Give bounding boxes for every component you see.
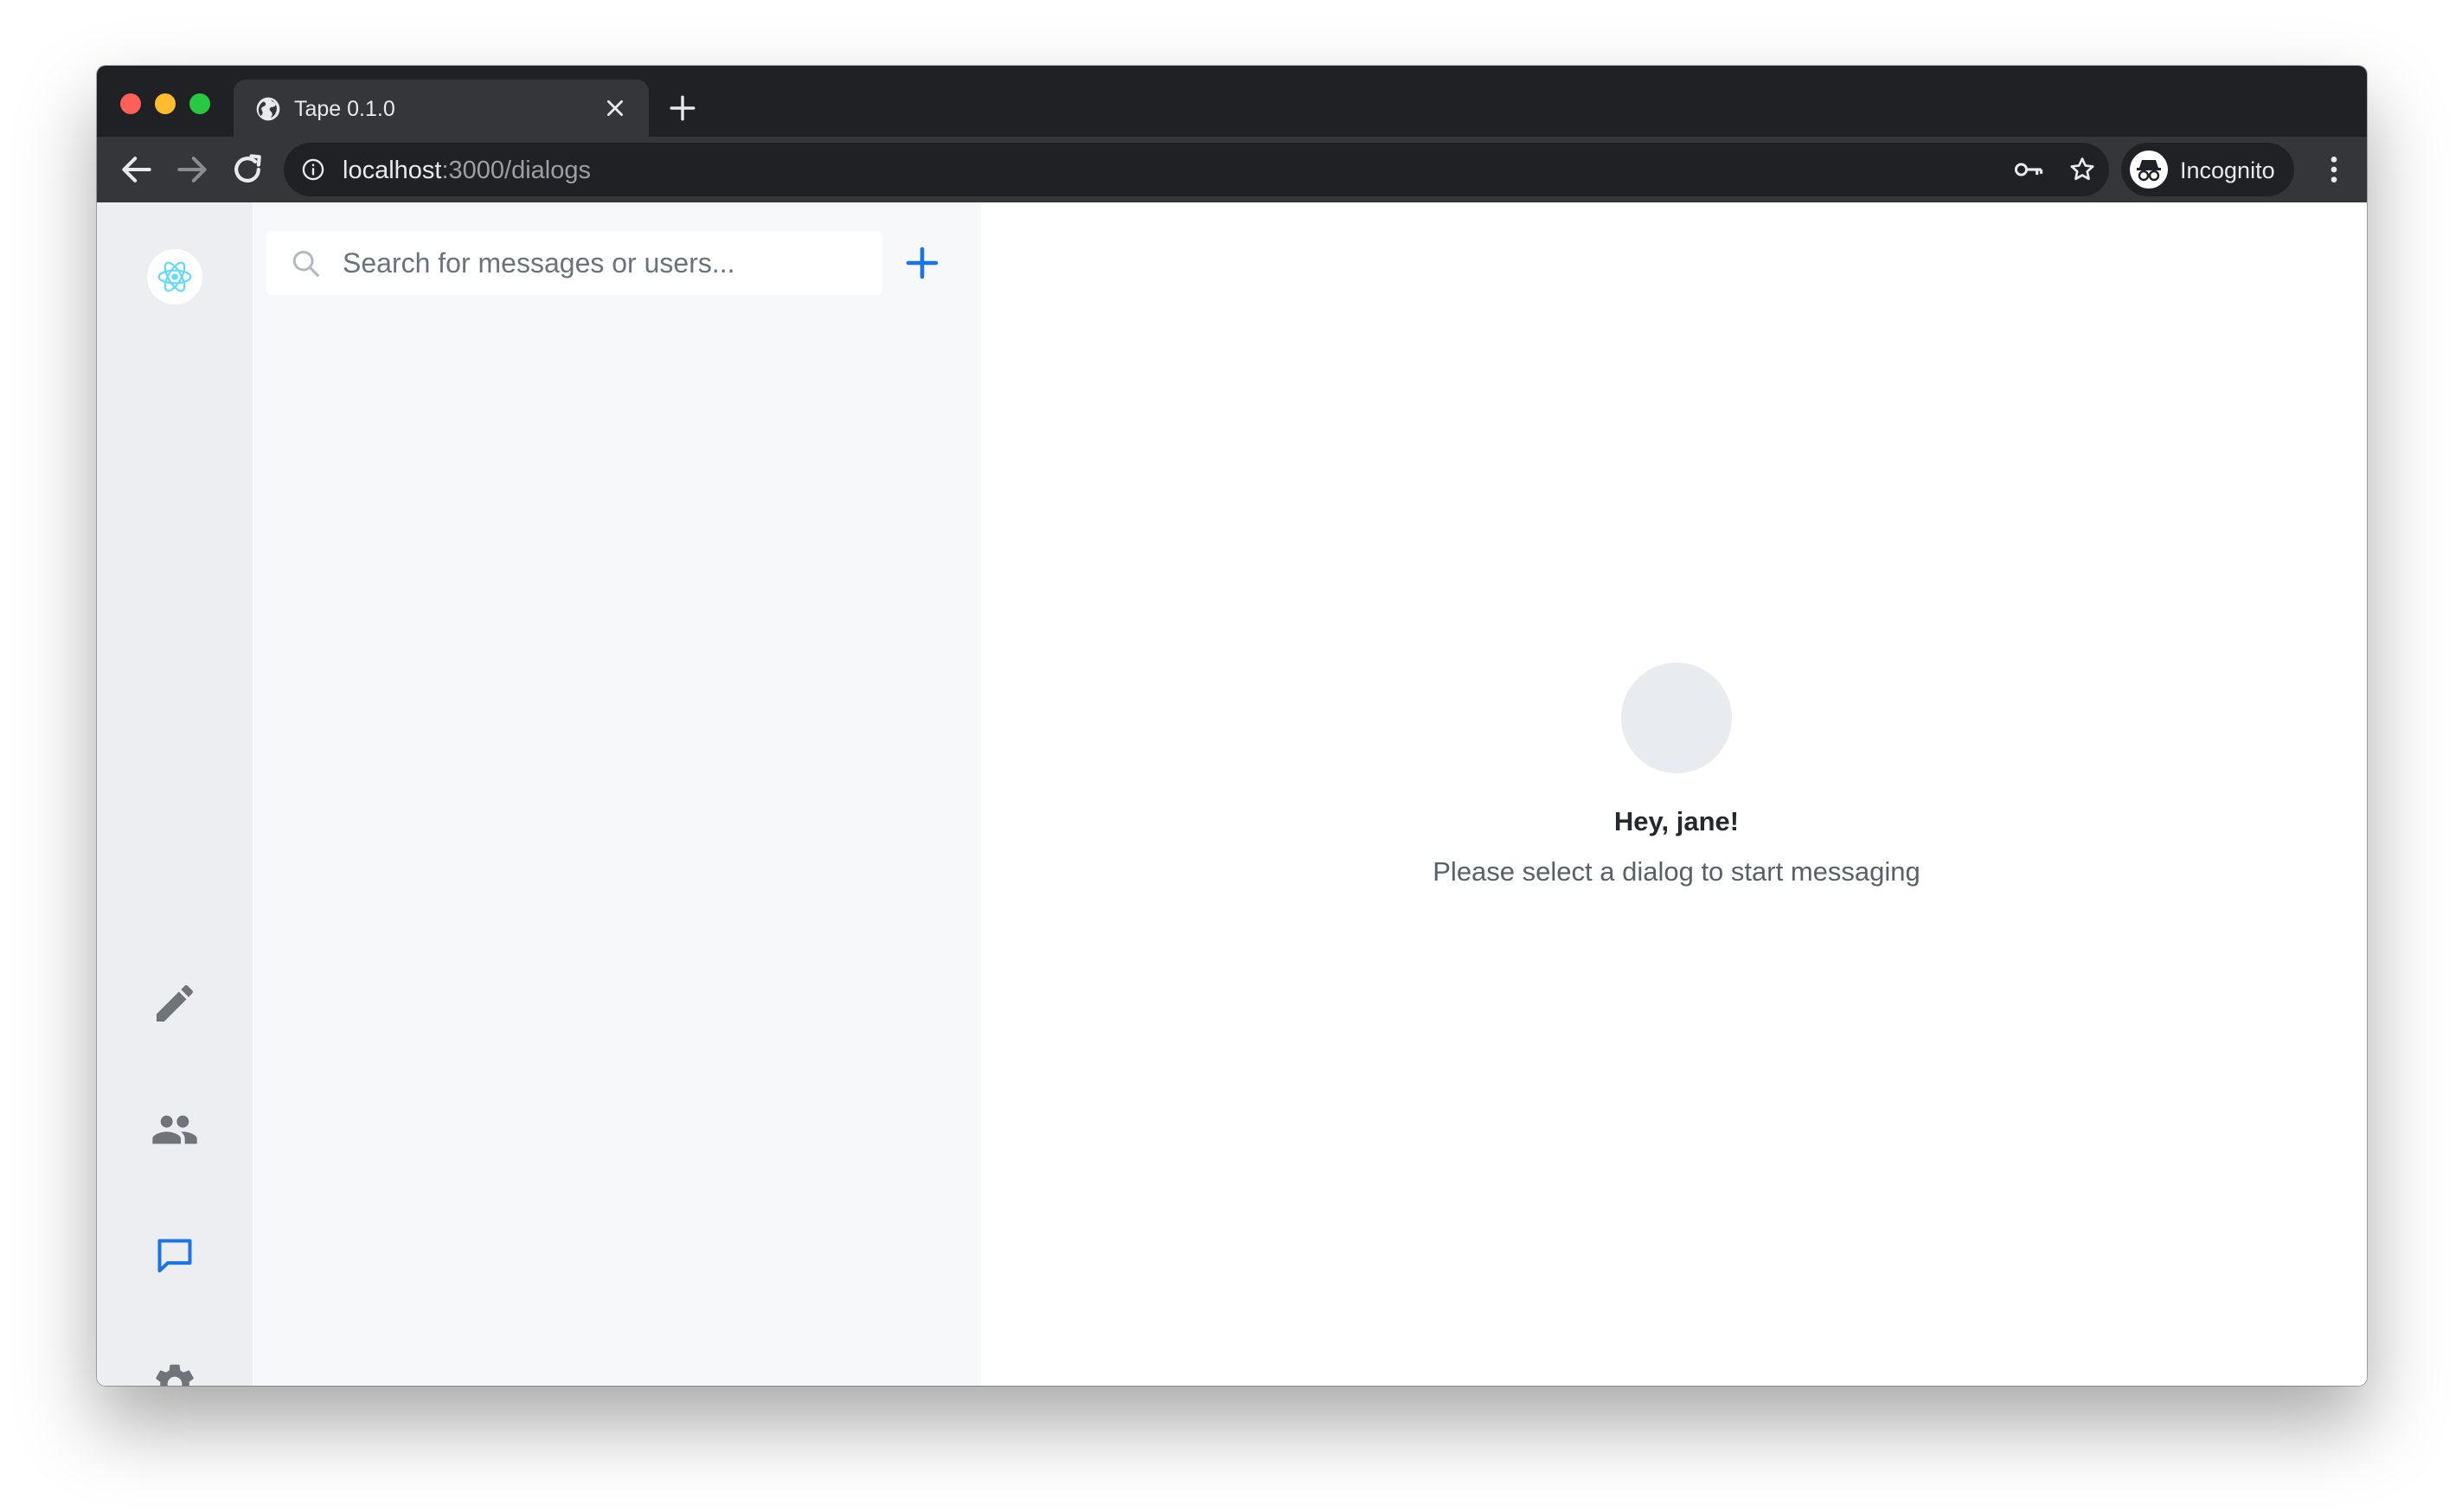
globe-icon [256, 97, 280, 121]
url-host: localhost [343, 157, 442, 184]
settings-button[interactable] [151, 1360, 199, 1386]
search-input[interactable] [343, 231, 870, 295]
key-icon[interactable] [2014, 157, 2043, 182]
search-box[interactable] [266, 231, 882, 295]
chat-icon [157, 1239, 192, 1273]
forward-arrow-icon[interactable] [173, 151, 211, 189]
pencil-icon [157, 984, 194, 1022]
reload-icon[interactable] [228, 151, 266, 189]
url-text[interactable]: localhost:3000/dialogs [343, 157, 591, 185]
address-bar[interactable]: localhost:3000/dialogs [284, 143, 2109, 196]
react-logo-icon[interactable] [147, 249, 202, 304]
people-icon [152, 1115, 197, 1144]
dialogs-list-pane [253, 202, 981, 1386]
tab-title: Tape 0.1.0 [294, 97, 395, 121]
incognito-icon [2130, 151, 2168, 189]
info-icon[interactable] [301, 157, 325, 182]
contacts-button[interactable] [151, 1105, 199, 1154]
kebab-menu-icon[interactable] [2317, 152, 2351, 187]
zoom-window-button[interactable] [189, 93, 210, 114]
star-icon[interactable] [2068, 155, 2097, 184]
new-tab-icon[interactable] [668, 93, 697, 123]
welcome-title: Hey, jane! [1613, 806, 1740, 836]
profile-label: Incognito [2180, 157, 2275, 183]
close-tab-icon[interactable] [604, 97, 626, 119]
avatar [1621, 663, 1732, 773]
browser-toolbar: localhost:3000/dialogs Incognito [97, 137, 2367, 202]
gear-icon [156, 1364, 194, 1386]
add-dialog-icon[interactable] [901, 242, 943, 284]
welcome-subtitle: Please select a dialog to start messagin… [1433, 856, 1920, 887]
compose-button[interactable] [151, 979, 199, 1028]
url-path: :3000/dialogs [441, 157, 591, 184]
conversation-pane: Hey, jane! Please select a dialog to sta… [981, 202, 2367, 1386]
app-sidebar [97, 202, 253, 1386]
dialogs-button[interactable] [151, 1232, 199, 1280]
back-arrow-icon[interactable] [118, 151, 156, 189]
search-icon [292, 250, 319, 277]
incognito-profile-button[interactable]: Incognito [2121, 143, 2294, 196]
close-window-button[interactable] [120, 93, 141, 114]
browser-window: Tape 0.1.0 localhost:3000/dialogs Incogn… [97, 66, 2367, 1386]
title-bar: Tape 0.1.0 [97, 66, 2367, 137]
minimize-window-button[interactable] [155, 93, 176, 114]
browser-tab[interactable]: Tape 0.1.0 [234, 80, 649, 137]
